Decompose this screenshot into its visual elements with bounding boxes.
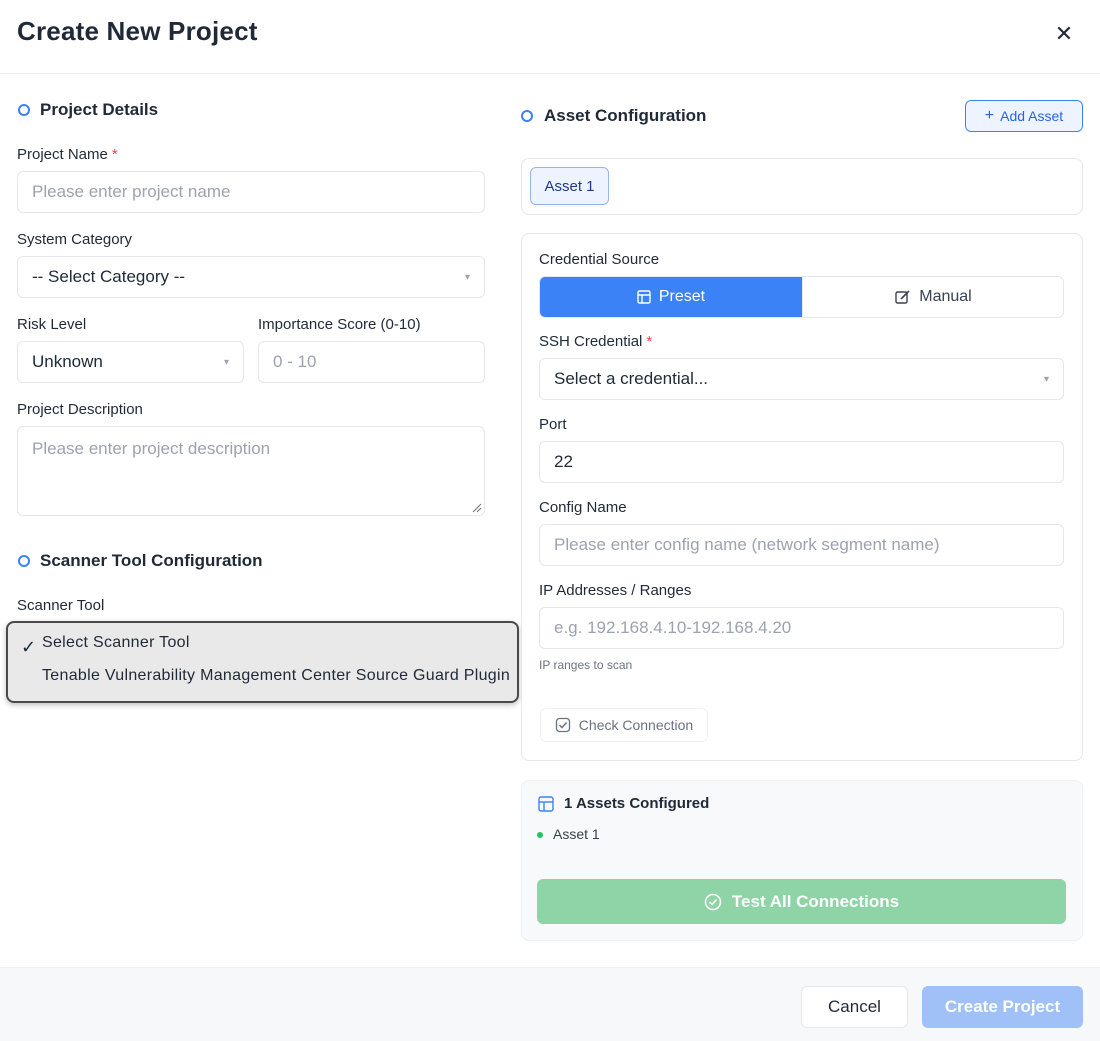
ssh-credential-value: Select a credential... [554, 369, 709, 388]
project-name-placeholder: Please enter project name [32, 182, 231, 201]
ssh-credential-label: SSH Credential * [539, 333, 653, 350]
risk-level-value: Unknown [32, 352, 103, 371]
section-dot-icon [521, 110, 533, 122]
chevron-down-icon: ▾ [223, 357, 229, 368]
ip-addresses-label: IP Addresses / Ranges [539, 582, 692, 599]
summary-asset-item: Asset 1 [553, 826, 600, 842]
checkmark-icon: ✓ [21, 637, 37, 657]
importance-score-label: Importance Score (0-10) [258, 316, 421, 333]
port-input[interactable]: 22 [539, 441, 1064, 483]
scanner-tool-dropdown[interactable]: ✓ Select Scanner Tool Tenable Vulnerabil… [6, 621, 519, 703]
importance-placeholder: 0 - 10 [273, 352, 317, 371]
table-icon [538, 796, 554, 812]
add-asset-label: Add Asset [1000, 108, 1064, 124]
system-category-value: -- Select Category -- [32, 267, 186, 286]
section-dot-icon [18, 555, 30, 567]
ip-placeholder: e.g. 192.168.4.10-192.168.4.20 [554, 618, 792, 637]
credential-source-label: Credential Source [539, 251, 660, 268]
section-title-scanner: Scanner Tool Configuration [40, 551, 263, 570]
credential-source-toggle: Preset Manual [539, 276, 1064, 318]
check-square-icon [555, 717, 570, 733]
required-mark: * [111, 146, 118, 163]
project-name-label: Project Name * [17, 146, 118, 163]
plus-icon: + [984, 107, 995, 124]
check-connection-button[interactable]: Check Connection [540, 708, 708, 742]
check-circle-icon [704, 893, 722, 910]
create-project-button[interactable]: Create Project [922, 986, 1083, 1028]
tab-asset-1[interactable]: Asset 1 [530, 167, 609, 205]
config-name-label: Config Name [539, 499, 627, 516]
chevron-down-icon: ▾ [464, 272, 470, 283]
status-dot-icon [537, 832, 543, 838]
port-value: 22 [554, 452, 573, 471]
required-mark: * [646, 333, 653, 350]
section-title-asset-config: Asset Configuration [544, 106, 707, 125]
project-description-label: Project Description [17, 401, 143, 418]
edit-icon [895, 290, 910, 304]
ip-hint: IP ranges to scan [539, 658, 633, 672]
section-dot-icon [18, 104, 30, 116]
port-label: Port [539, 416, 567, 433]
config-name-input[interactable]: Please enter config name (network segmen… [539, 524, 1064, 566]
description-placeholder: Please enter project description [32, 439, 271, 458]
cancel-button[interactable]: Cancel [801, 986, 908, 1028]
ssh-credential-select[interactable]: Select a credential... ▾ [539, 358, 1064, 400]
preset-label: Preset [658, 288, 706, 305]
risk-level-label: Risk Level [17, 316, 87, 333]
section-title-project-details: Project Details [40, 100, 159, 119]
table-icon [637, 290, 651, 304]
chevron-down-icon: ▾ [1043, 374, 1049, 385]
system-category-label: System Category [17, 231, 133, 248]
system-category-select[interactable]: -- Select Category -- ▾ [17, 256, 485, 298]
risk-level-select[interactable]: Unknown ▾ [17, 341, 244, 383]
dialog-header: Create New Project ✕ [0, 0, 1100, 74]
test-all-connections-button[interactable]: Test All Connections [537, 879, 1066, 924]
check-connection-label: Check Connection [578, 717, 694, 733]
close-icon[interactable]: ✕ [1052, 22, 1076, 46]
importance-score-input[interactable]: 0 - 10 [258, 341, 485, 383]
scanner-option-select[interactable]: Select Scanner Tool [42, 634, 190, 652]
config-name-placeholder: Please enter config name (network segmen… [554, 535, 940, 554]
dialog-title: Create New Project [17, 16, 258, 46]
add-asset-button[interactable]: + Add Asset [965, 100, 1083, 132]
assets-summary-title: 1 Assets Configured [564, 795, 710, 812]
manual-button[interactable]: Manual [802, 277, 1063, 317]
resize-handle-icon[interactable] [470, 501, 482, 513]
project-name-input[interactable]: Please enter project name [17, 171, 485, 213]
manual-label: Manual [919, 288, 972, 305]
test-all-label: Test All Connections [731, 891, 900, 911]
scanner-tool-label: Scanner Tool [17, 597, 105, 614]
preset-button[interactable]: Preset [540, 277, 802, 317]
project-description-textarea[interactable]: Please enter project description [17, 426, 485, 516]
scanner-option-tenable[interactable]: Tenable Vulnerability Management Center … [42, 667, 510, 685]
ip-addresses-input[interactable]: e.g. 192.168.4.10-192.168.4.20 [539, 607, 1064, 649]
